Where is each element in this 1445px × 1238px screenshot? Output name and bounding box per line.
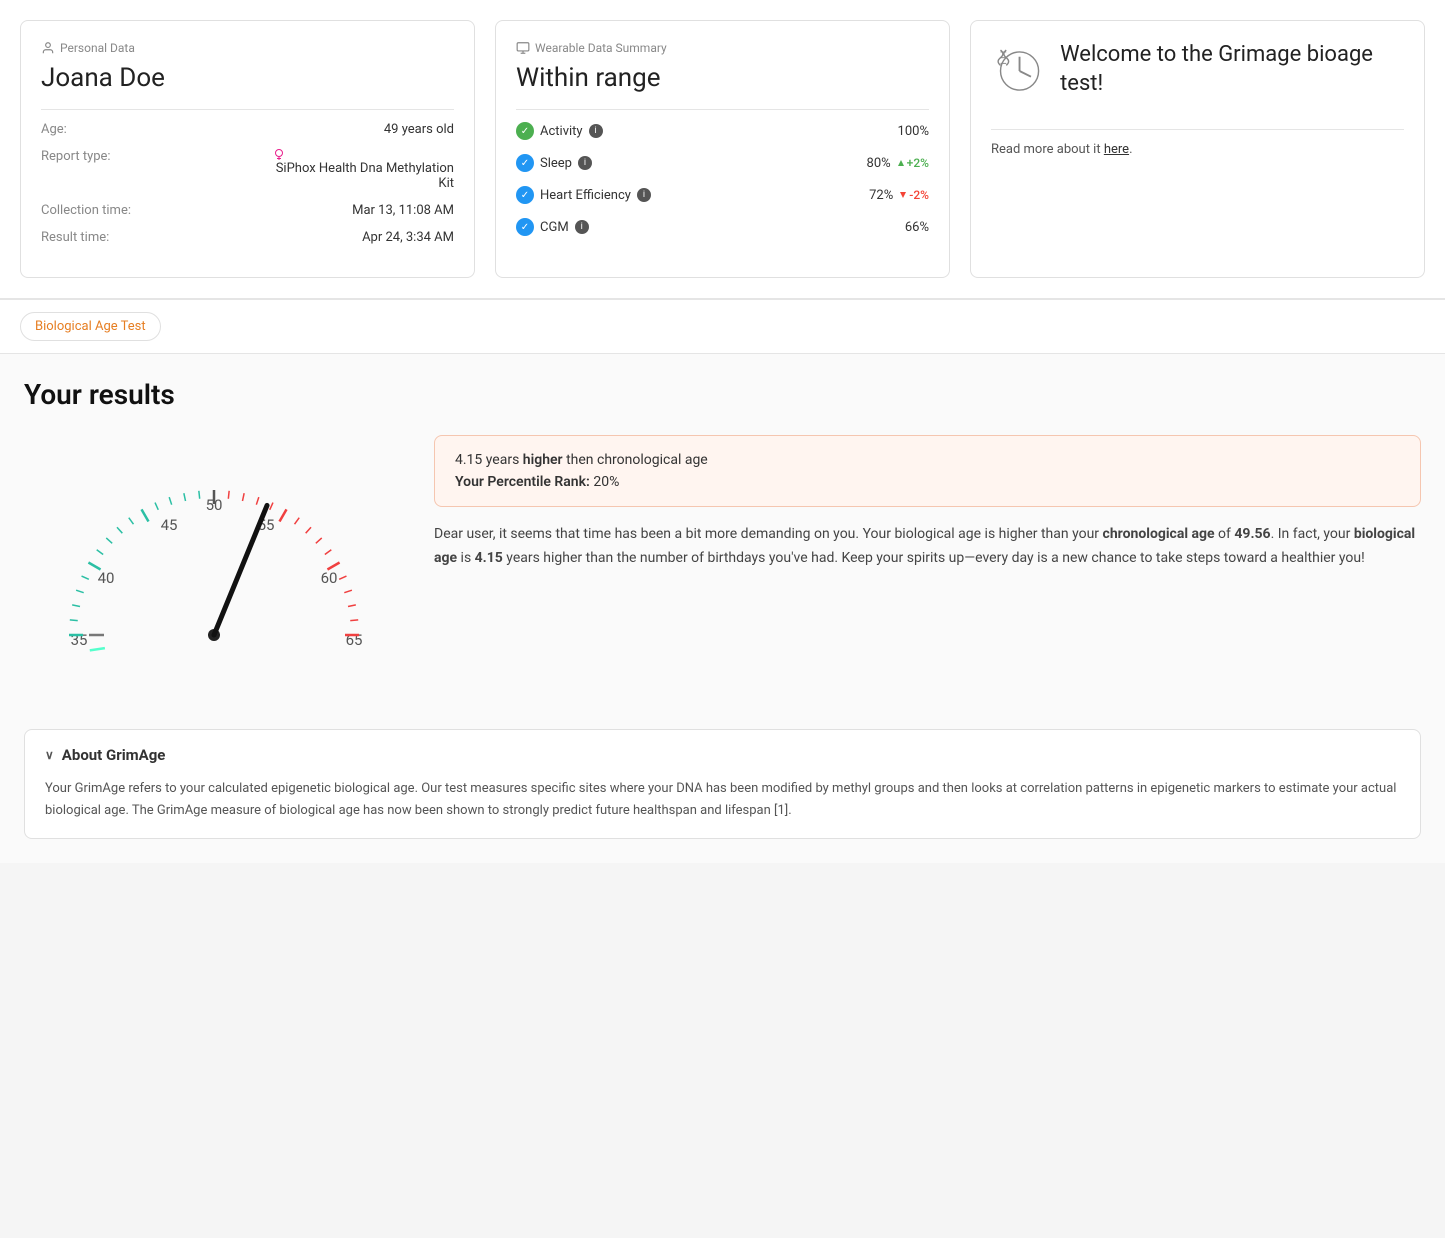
- percentile-text: Your Percentile Rank: 20%: [455, 474, 1400, 490]
- tab-bar: Biological Age Test: [0, 300, 1445, 354]
- report-label: Report type:: [41, 149, 111, 164]
- metric-activity: ✓ Activity i 100%: [516, 122, 929, 140]
- metric-activity-left: ✓ Activity i: [516, 122, 603, 140]
- sleep-badge: +2%: [897, 156, 929, 170]
- heart-check: ✓: [516, 186, 534, 204]
- about-title: About GrimAge: [62, 746, 166, 764]
- years-diff: 4.15: [455, 452, 482, 468]
- wearable-data-label: Wearable Data Summary: [516, 41, 929, 55]
- gender-icon: [274, 149, 284, 161]
- patient-name: Joana Doe: [41, 63, 454, 93]
- personal-data-card: Personal Data Joana Doe Age: 49 years ol…: [20, 20, 475, 278]
- alert-text: 4.15 years higher then chronological age: [455, 452, 1400, 468]
- metric-cgm: ✓ CGM i 66%: [516, 218, 929, 236]
- report-value: SiPhox Health Dna Methylation Kit: [274, 149, 454, 191]
- activity-info-icon[interactable]: i: [589, 124, 603, 138]
- biological-age-tab[interactable]: Biological Age Test: [20, 312, 161, 341]
- metric-sleep: ✓ Sleep i 80% +2%: [516, 154, 929, 172]
- report-gender-icon: [274, 149, 454, 161]
- metric-heart-right: 72% -2%: [869, 188, 929, 203]
- age-value: 49 years old: [384, 122, 454, 137]
- sleep-badge-value: +2%: [907, 156, 929, 170]
- gauge-needle: [214, 505, 267, 635]
- metric-cgm-right: 66%: [905, 220, 929, 235]
- gauge-label-45: 45: [161, 516, 178, 534]
- welcome-title: Welcome to the Grimage bioage test!: [1060, 41, 1404, 98]
- gauge-wrapper: 35 40 45 50 55 60 65: [24, 435, 404, 699]
- cgm-check: ✓: [516, 218, 534, 236]
- percentile-value: 20%: [593, 474, 619, 490]
- metric-cgm-left: ✓ CGM i: [516, 218, 589, 236]
- main-content: Your results 35 40 45 50 55: [0, 354, 1445, 863]
- heart-badge-value: -2%: [909, 188, 929, 202]
- about-section: ∨ About GrimAge Your GrimAge refers to y…: [24, 729, 1421, 839]
- wearable-status: Within range: [516, 63, 929, 93]
- desc-diff: 4.15: [475, 550, 503, 566]
- collection-row: Collection time: Mar 13, 11:08 AM: [41, 203, 454, 218]
- collection-value: Mar 13, 11:08 AM: [352, 203, 454, 218]
- wearable-section-label: Wearable Data Summary: [535, 41, 667, 55]
- chart-icon: [516, 41, 530, 55]
- comparison-text: then chronological age: [566, 452, 708, 468]
- gauge-label-40: 40: [98, 569, 115, 587]
- about-header[interactable]: ∨ About GrimAge: [45, 746, 1400, 764]
- alert-box: 4.15 years higher then chronological age…: [434, 435, 1421, 507]
- about-body: Your GrimAge refers to your calculated e…: [45, 778, 1400, 822]
- activity-check: ✓: [516, 122, 534, 140]
- result-row: Result time: Apr 24, 3:34 AM: [41, 230, 454, 245]
- welcome-link[interactable]: here: [1104, 142, 1129, 157]
- welcome-body: Read more about it here.: [991, 142, 1404, 157]
- age-row: Age: 49 years old: [41, 122, 454, 137]
- metric-heart: ✓ Heart Efficiency i 72% -2%: [516, 186, 929, 204]
- sleep-trend-icon: [897, 159, 905, 167]
- desc-chron-value: 49.56: [1234, 526, 1270, 542]
- metric-activity-right: 100%: [898, 124, 929, 139]
- metric-heart-left: ✓ Heart Efficiency i: [516, 186, 651, 204]
- metric-sleep-left: ✓ Sleep i: [516, 154, 592, 172]
- chevron-icon: ∨: [45, 748, 54, 762]
- sleep-info-icon[interactable]: i: [578, 156, 592, 170]
- teal-ticks: [89, 635, 105, 653]
- heart-value: 72%: [869, 188, 893, 203]
- sleep-value: 80%: [867, 156, 891, 171]
- top-section: Personal Data Joana Doe Age: 49 years ol…: [0, 0, 1445, 300]
- report-row: Report type: SiPhox Health Dna Methylati…: [41, 149, 454, 191]
- cgm-label: CGM: [540, 220, 569, 235]
- direction-label: higher: [523, 452, 563, 468]
- result-label: Result time:: [41, 230, 109, 245]
- person-icon: [41, 41, 55, 55]
- welcome-body-text: Read more about it: [991, 142, 1101, 157]
- wearable-data-card: Wearable Data Summary Within range ✓ Act…: [495, 20, 950, 278]
- percentile-label: Your Percentile Rank:: [455, 474, 590, 490]
- welcome-link-suffix: .: [1129, 142, 1132, 157]
- description-text: Dear user, it seems that time has been a…: [434, 523, 1421, 571]
- gauge-svg: 35 40 45 50 55 60 65: [24, 435, 404, 695]
- gauge-label-35: 35: [71, 631, 88, 649]
- personal-data-section-label: Personal Data: [60, 41, 135, 55]
- result-value: Apr 24, 3:34 AM: [362, 230, 454, 245]
- welcome-header: Welcome to the Grimage bioage test!: [991, 41, 1404, 101]
- gauge-label-65: 65: [346, 631, 363, 649]
- results-title: Your results: [24, 378, 1421, 411]
- result-info: 4.15 years higher then chronological age…: [434, 435, 1421, 571]
- heart-trend-icon: [899, 191, 907, 199]
- heart-info-icon[interactable]: i: [637, 188, 651, 202]
- welcome-card: Welcome to the Grimage bioage test! Read…: [970, 20, 1425, 278]
- heart-badge: -2%: [899, 188, 929, 202]
- desc-chron-age: chronological age: [1103, 526, 1215, 542]
- metric-sleep-right: 80% +2%: [867, 156, 929, 171]
- personal-data-label: Personal Data: [41, 41, 454, 55]
- sleep-check: ✓: [516, 154, 534, 172]
- dna-clock-icon: [991, 41, 1048, 101]
- age-label: Age:: [41, 122, 67, 137]
- results-grid: 35 40 45 50 55 60 65: [24, 435, 1421, 699]
- collection-label: Collection time:: [41, 203, 131, 218]
- activity-label: Activity: [540, 124, 583, 139]
- sleep-label: Sleep: [540, 156, 572, 171]
- heart-label: Heart Efficiency: [540, 188, 631, 203]
- cgm-info-icon[interactable]: i: [575, 220, 589, 234]
- cgm-value: 66%: [905, 220, 929, 235]
- gauge-label-60: 60: [321, 569, 338, 587]
- activity-value: 100%: [898, 124, 929, 139]
